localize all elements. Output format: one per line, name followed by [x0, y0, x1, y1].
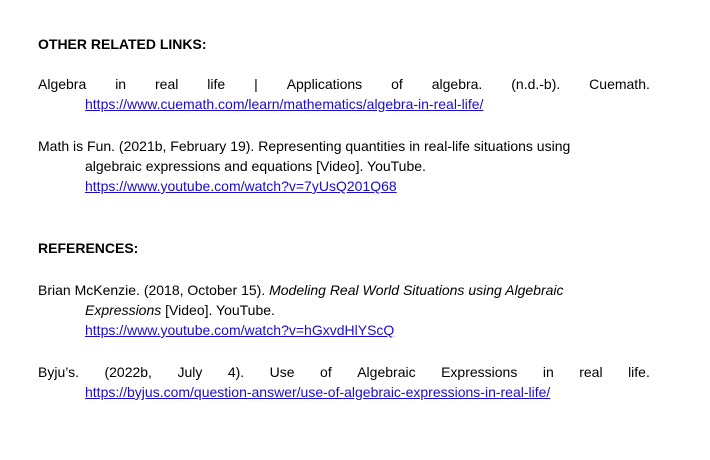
citation-word: Use	[269, 364, 295, 380]
citation-word: (2022b,	[104, 364, 152, 380]
citation-word: real	[155, 76, 179, 92]
citation-word: Algebra	[38, 76, 87, 92]
entry-citation-line: Byju’s. (2022b, July 4). Use of Algebrai…	[38, 362, 650, 382]
cuemath-link[interactable]: https://www.cuemath.com/learn/mathematic…	[85, 96, 483, 112]
citation-word: Cuemath.	[589, 76, 650, 92]
entry-citation-line: Algebra in real life | Applications of a…	[38, 74, 650, 94]
citation-word: July	[177, 364, 203, 380]
citation-title: Expressions	[85, 302, 162, 318]
citation-word: Algebraic	[357, 364, 416, 380]
citation-word: (n.d.-b).	[511, 76, 561, 92]
other-link-entry-mathisfun: Math is Fun. (2021b, February 19). Repre…	[38, 136, 650, 196]
citation-word: of	[320, 364, 332, 380]
reference-entry-byjus: Byju’s. (2022b, July 4). Use of Algebrai…	[38, 362, 650, 402]
entry-citation-line: Expressions [Video]. YouTube.	[38, 300, 650, 320]
citation-word: life	[207, 76, 226, 92]
references-heading: REFERENCES:	[38, 240, 139, 256]
other-links-heading: OTHER RELATED LINKS:	[38, 36, 207, 52]
citation-word: life.	[628, 364, 650, 380]
citation-source: [Video]. YouTube.	[161, 302, 275, 318]
citation-word: |	[254, 76, 258, 92]
byjus-link[interactable]: https://byjus.com/question-answer/use-of…	[85, 384, 550, 400]
citation-title: Modeling Real World Situations using Alg…	[269, 282, 564, 298]
citation-word: Byju’s.	[38, 364, 79, 380]
citation-word: in	[542, 364, 554, 380]
entry-citation-line: Brian McKenzie. (2018, October 15). Mode…	[38, 280, 650, 300]
youtube-link-mathisfun[interactable]: https://www.youtube.com/watch?v=7yUsQ201…	[85, 178, 397, 194]
citation-word: algebra.	[431, 76, 483, 92]
citation-word: Applications	[286, 76, 363, 92]
citation-word: real	[579, 364, 603, 380]
citation-word: 4).	[227, 364, 245, 380]
entry-citation-line: algebraic expressions and equations [Vid…	[85, 158, 426, 174]
citation-word: of	[391, 76, 403, 92]
youtube-link-mckenzie[interactable]: https://www.youtube.com/watch?v=hGxvdHlY…	[85, 322, 394, 338]
entry-citation-line: Math is Fun. (2021b, February 19). Repre…	[38, 138, 571, 154]
document-page: OTHER RELATED LINKS: Algebra in real lif…	[0, 0, 710, 460]
citation-author: Brian McKenzie. (2018, October 15).	[38, 282, 270, 298]
citation-word: Expressions	[441, 364, 518, 380]
citation-word: in	[115, 76, 127, 92]
other-link-entry-cuemath: Algebra in real life | Applications of a…	[38, 74, 650, 114]
reference-entry-mckenzie: Brian McKenzie. (2018, October 15). Mode…	[38, 280, 650, 340]
